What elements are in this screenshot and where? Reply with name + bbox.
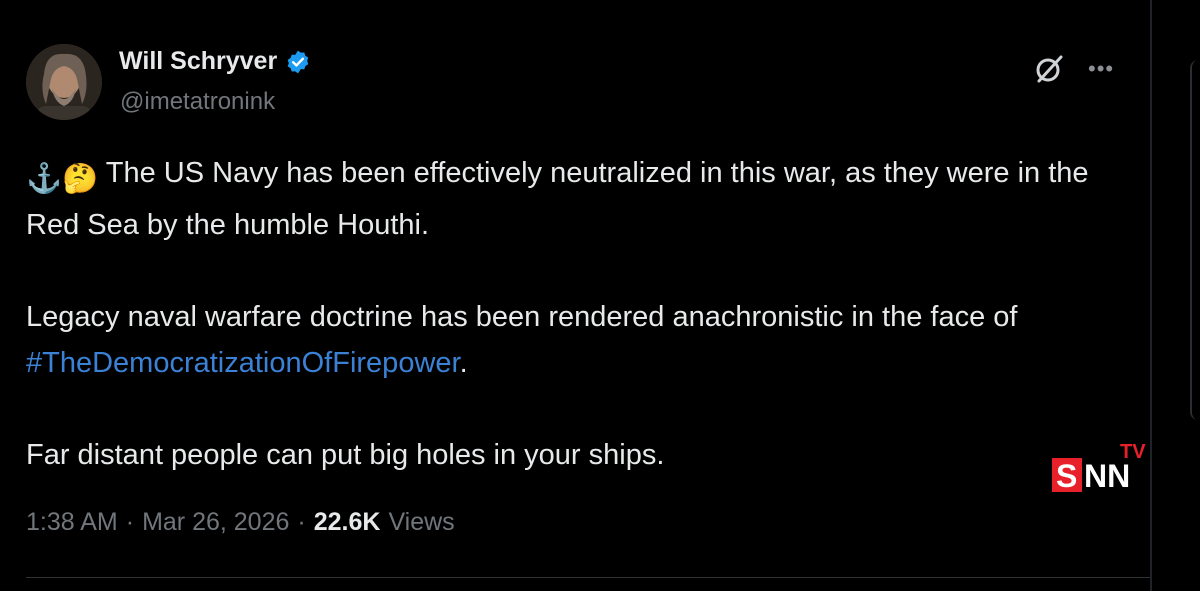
- divider: [26, 577, 1150, 578]
- tweet-paragraph-3: Far distant people can put big holes in …: [26, 439, 665, 471]
- svg-text:NN: NN: [1084, 458, 1130, 494]
- tweet-meta: 1:38 AM · Mar 26, 2026 · 22.6K Views: [26, 508, 455, 537]
- anchor-thinking-emoji: ⚓🤔: [26, 163, 99, 195]
- tweet-paragraph-1: ⚓🤔 The US Navy has been effectively neut…: [26, 150, 1126, 248]
- author-display-name[interactable]: Will Schryver: [119, 47, 277, 76]
- tweet-paragraph-1-text: The US Navy has been effectively neutral…: [26, 157, 1089, 241]
- tweet-date[interactable]: Mar 26, 2026: [142, 508, 289, 537]
- snn-tv-watermark-logo: TV S NN: [1052, 441, 1146, 494]
- more-options-icon[interactable]: •••: [1088, 58, 1114, 80]
- grok-icon[interactable]: [1032, 52, 1066, 86]
- author-handle[interactable]: @imetatronink: [120, 88, 275, 116]
- avatar-image: [26, 44, 102, 120]
- svg-text:S: S: [1056, 458, 1077, 494]
- meta-separator: ·: [297, 508, 306, 536]
- hashtag-link[interactable]: #TheDemocratizationOfFirepower: [26, 347, 460, 379]
- verified-badge-icon: [287, 50, 309, 73]
- views-count: 22.6K: [313, 508, 381, 536]
- tweet-body: ⚓🤔 The US Navy has been effectively neut…: [26, 150, 1126, 478]
- tweet-paragraph-2: Legacy naval warfare doctrine has been r…: [26, 294, 1126, 386]
- meta-separator: ·: [125, 508, 135, 536]
- tweet-time[interactable]: 1:38 AM: [26, 508, 118, 537]
- tweet-paragraph-2-text: Legacy naval warfare doctrine has been r…: [26, 301, 1018, 333]
- tweet-paragraph-2-end: .: [459, 347, 468, 379]
- views-label: Views: [388, 508, 455, 536]
- author-name-row[interactable]: Will Schryver: [119, 47, 311, 76]
- column-divider: [1150, 0, 1152, 591]
- avatar[interactable]: [26, 44, 102, 120]
- scrollbar-edge: [1190, 60, 1200, 420]
